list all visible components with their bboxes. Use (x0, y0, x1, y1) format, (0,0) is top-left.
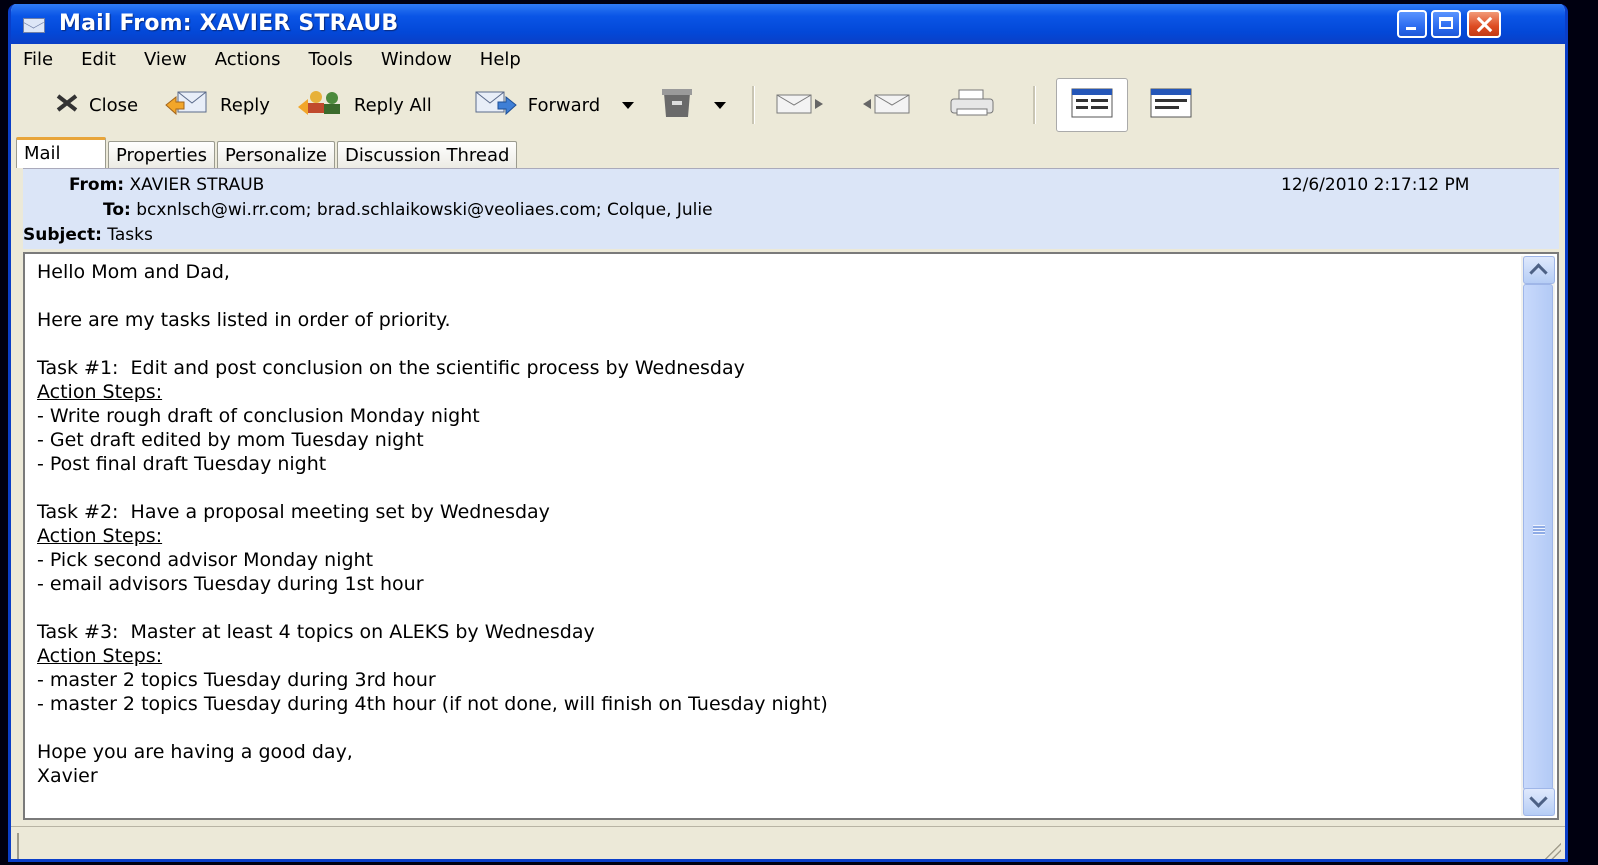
intro-line: Here are my tasks listed in order of pri… (37, 309, 451, 331)
scroll-up-button[interactable] (1523, 256, 1555, 284)
action-steps-heading: Action Steps: (37, 645, 163, 667)
close-button[interactable]: Close (55, 93, 138, 118)
action-steps-heading: Action Steps: (37, 525, 163, 547)
maximize-button[interactable] (1431, 10, 1461, 38)
forward-button[interactable]: Forward (474, 89, 600, 122)
task-3-step: - master 2 topics Tuesday during 4th hou… (37, 693, 828, 715)
file-cabinet-icon (660, 87, 694, 124)
close-label: Close (89, 94, 139, 116)
title-bar[interactable]: Mail From: XAVIER STRAUB (11, 4, 1565, 44)
layout-icon (1071, 88, 1113, 123)
status-divider (17, 833, 19, 859)
menu-file[interactable]: File (23, 49, 53, 70)
printer-icon (947, 88, 997, 123)
message-header: From: XAVIER STRAUB 12/6/2010 2:17:12 PM… (23, 168, 1559, 249)
signature: Xavier (37, 765, 98, 787)
next-message-icon (775, 91, 825, 120)
toolbar-separator (1033, 86, 1037, 124)
subject-label: Subject: (23, 225, 102, 245)
status-bar (11, 826, 1565, 859)
tab-strip: Mail Properties Personalize Discussion T… (16, 136, 519, 168)
minimize-button[interactable] (1397, 10, 1427, 38)
reply-all-icon (296, 89, 344, 122)
scrollbar-thumb[interactable] (1523, 284, 1553, 790)
resize-grip-icon[interactable] (1545, 843, 1561, 859)
task-2-title: Task #2: Have a proposal meeting set by … (37, 501, 550, 523)
menu-window[interactable]: Window (381, 49, 452, 70)
task-2-step: - Pick second advisor Monday night (37, 549, 374, 571)
reply-all-button[interactable]: Reply All (296, 89, 432, 122)
task-3-step: - master 2 topics Tuesday during 3rd hou… (37, 669, 436, 691)
tab-properties[interactable]: Properties (108, 141, 215, 168)
forward-icon (474, 89, 518, 122)
menu-edit[interactable]: Edit (81, 49, 116, 70)
previous-message-button[interactable] (861, 91, 921, 120)
reply-all-label: Reply All (353, 94, 432, 116)
mail-window: Mail From: XAVIER STRAUB File Edit View … (8, 4, 1568, 862)
reply-icon (164, 89, 210, 122)
task-1-step: - Get draft edited by mom Tuesday night (37, 429, 424, 451)
toolbar: Close Reply Reply All Forward (11, 76, 1565, 134)
envelope-icon (23, 18, 45, 33)
vertical-scrollbar[interactable] (1521, 256, 1555, 816)
menu-actions[interactable]: Actions (215, 49, 281, 70)
forward-dropdown-icon[interactable] (622, 101, 635, 109)
scroll-down-button[interactable] (1523, 788, 1555, 816)
sent-date: 12/6/2010 2:17:12 PM (1281, 175, 1470, 195)
print-button[interactable] (947, 88, 1007, 123)
menu-view[interactable]: View (144, 49, 187, 70)
toolbar-separator (752, 86, 756, 124)
task-1-title: Task #1: Edit and post conclusion on the… (37, 357, 745, 379)
menu-bar: File Edit View Actions Tools Window Help (11, 44, 1565, 74)
reply-label: Reply (220, 94, 270, 116)
view-layout-button[interactable] (1056, 78, 1129, 132)
grip-icon (1533, 525, 1545, 535)
subject-value: Tasks (107, 225, 153, 245)
layout-alt-icon (1150, 88, 1192, 123)
from-label: From: (69, 175, 125, 195)
greeting: Hello Mom and Dad, (37, 261, 230, 283)
to-label: To: (103, 200, 131, 220)
close-window-button[interactable] (1467, 10, 1501, 38)
reply-button[interactable]: Reply (164, 89, 270, 122)
view-layout-alt-button[interactable] (1136, 79, 1206, 131)
to-value[interactable]: bcxnlsch@wi.rr.com; brad.schlaikowski@ve… (136, 200, 712, 220)
folder-dropdown-icon[interactable] (714, 101, 727, 109)
message-body[interactable]: Hello Mom and Dad, Here are my tasks lis… (37, 260, 1497, 788)
task-1-step: - Post final draft Tuesday night (37, 453, 327, 475)
folder-button[interactable] (660, 87, 704, 124)
closing-line: Hope you are having a good day, (37, 741, 353, 763)
forward-label: Forward (527, 94, 601, 116)
window-title: Mail From: XAVIER STRAUB (59, 11, 399, 36)
tab-discussion-thread[interactable]: Discussion Thread (337, 141, 518, 168)
message-body-pane[interactable]: Hello Mom and Dad, Here are my tasks lis… (23, 252, 1559, 820)
previous-message-icon (861, 91, 911, 120)
menu-tools[interactable]: Tools (308, 49, 352, 70)
task-2-step: - email advisors Tuesday during 1st hour (37, 573, 424, 595)
close-icon (55, 93, 79, 118)
task-1-step: - Write rough draft of conclusion Monday… (37, 405, 480, 427)
next-message-button[interactable] (775, 91, 835, 120)
chevron-down-icon (1529, 789, 1548, 808)
tab-mail[interactable]: Mail (16, 137, 106, 168)
action-steps-heading: Action Steps: (37, 381, 163, 403)
from-value[interactable]: XAVIER STRAUB (130, 175, 265, 195)
chevron-up-icon (1529, 263, 1548, 282)
menu-help[interactable]: Help (480, 49, 521, 70)
tab-personalize[interactable]: Personalize (216, 141, 336, 168)
task-3-title: Task #3: Master at least 4 topics on ALE… (37, 621, 595, 643)
